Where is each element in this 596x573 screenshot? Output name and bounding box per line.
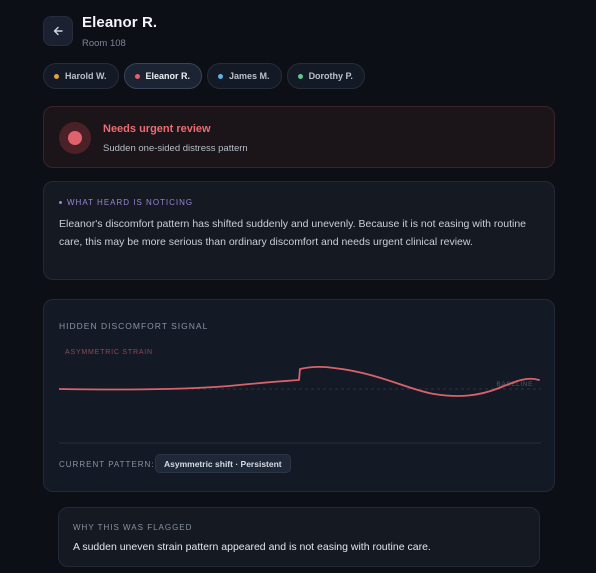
patient-name: Eleanor R. xyxy=(82,14,158,31)
signal-title: HIDDEN DISCOMFORT SIGNAL xyxy=(59,321,209,331)
status-dot xyxy=(218,73,224,79)
back-button[interactable] xyxy=(43,16,73,46)
why-flagged-label: WHY THIS WAS FLAGGED xyxy=(73,523,193,532)
urgent-alert-card: Needs urgent review Sudden one-sided dis… xyxy=(43,106,555,168)
bullet-icon xyxy=(59,201,62,204)
patient-tab-label: Dorothy P. xyxy=(308,71,353,81)
why-flagged-card: WHY THIS WAS FLAGGED A sudden uneven str… xyxy=(58,507,540,567)
status-dot xyxy=(297,73,303,79)
patient-tab-label: James M. xyxy=(229,71,270,81)
patient-tab-label: Harold W. xyxy=(65,71,107,81)
patient-tab-label: Eleanor R. xyxy=(145,71,191,81)
alert-title: Needs urgent review xyxy=(103,123,211,135)
patient-detail-screen: Eleanor R. Room 108 Harold W. Eleanor R.… xyxy=(0,0,596,573)
current-pattern-chip: Asymmetric shift · Persistent xyxy=(155,454,291,473)
status-dot xyxy=(54,73,59,79)
arrow-left-icon xyxy=(52,25,64,37)
why-flagged-text: A sudden uneven strain pattern appeared … xyxy=(73,541,431,553)
current-pattern-label: CURRENT PATTERN: xyxy=(59,460,155,469)
signal-chart: ASYMMETRIC STRAIN BASELINE xyxy=(59,349,541,444)
discomfort-signal-card: HIDDEN DISCOMFORT SIGNAL ASYMMETRIC STRA… xyxy=(43,299,555,492)
patient-tab-eleanor[interactable]: Eleanor R. xyxy=(123,63,203,89)
patient-tab-james[interactable]: James M. xyxy=(207,63,282,89)
patient-room: Room 108 xyxy=(82,38,126,49)
alert-indicator-icon xyxy=(59,122,91,154)
alert-subtitle: Sudden one-sided distress pattern xyxy=(103,143,248,154)
noticing-label: WHAT HEARD IS NOTICING xyxy=(59,198,193,207)
patient-tabs: Harold W. Eleanor R. James M. Dorothy P. xyxy=(43,63,365,89)
strain-signal-line xyxy=(59,366,540,397)
alert-dot xyxy=(68,131,82,145)
noticing-label-text: WHAT HEARD IS NOTICING xyxy=(67,198,194,207)
patient-tab-dorothy[interactable]: Dorothy P. xyxy=(286,63,365,89)
patient-tab-harold[interactable]: Harold W. xyxy=(43,63,119,89)
series-label: ASYMMETRIC STRAIN xyxy=(65,349,153,356)
noticing-card: WHAT HEARD IS NOTICING Eleanor's discomf… xyxy=(43,181,555,280)
noticing-text: Eleanor's discomfort pattern has shifted… xyxy=(59,218,526,248)
status-dot xyxy=(134,73,140,79)
